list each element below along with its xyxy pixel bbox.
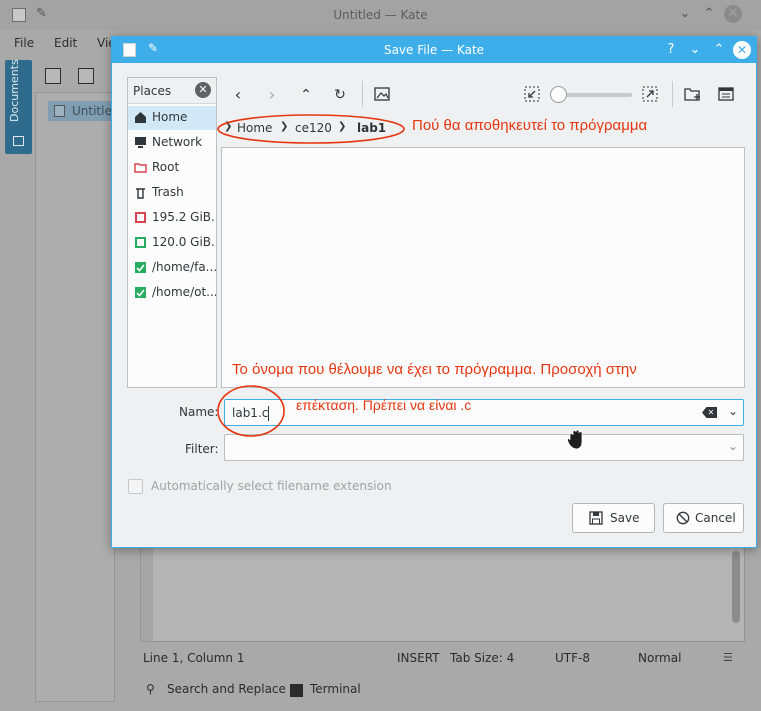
name-annotation-line-1: Το όνομα που θέλουμε να έχει το πρόγραμμ… — [232, 361, 637, 378]
breadcrumb-circle-annotation — [217, 114, 405, 144]
annotation-overlay — [217, 114, 405, 437]
filename-circle-annotation — [217, 385, 285, 437]
name-annotation-line-2: επέκταση. Πρέπει να είναι .c — [296, 397, 472, 413]
hand-cursor-icon — [566, 429, 583, 450]
path-annotation: Πού θα αποθηκευτεί το πρόγραμμα — [412, 117, 648, 134]
